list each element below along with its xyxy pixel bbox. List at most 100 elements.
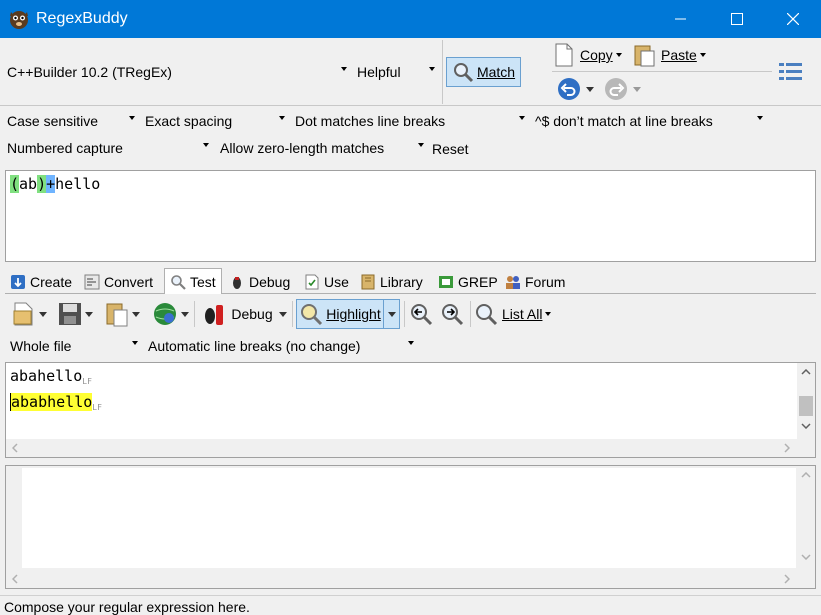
close-button[interactable] [765, 0, 821, 38]
spacing-select[interactable]: Exact spacing [140, 110, 288, 132]
minimize-button[interactable] [653, 0, 709, 38]
bug-icon [233, 277, 241, 289]
close-icon [787, 13, 799, 25]
chevron-down-icon [84, 311, 93, 317]
tab-forum[interactable]: Forum [505, 271, 565, 293]
vertical-scrollbar[interactable] [797, 466, 815, 570]
chevron-right-icon[interactable] [784, 574, 790, 584]
tab-label: Use [324, 274, 349, 290]
zero-length-label: Allow zero-length matches [220, 140, 385, 156]
scroll-thumb[interactable] [799, 396, 813, 416]
find-previous-icon [411, 304, 433, 326]
open-button[interactable] [8, 299, 50, 329]
chevron-down-icon [180, 311, 189, 317]
subject-line: abahello [10, 367, 83, 385]
copy-label: Copy [580, 47, 613, 63]
magnifier-icon [171, 274, 186, 290]
tab-label: GREP [458, 274, 498, 290]
chevron-down-icon [699, 53, 706, 57]
tab-grep[interactable]: GREP [438, 271, 498, 293]
capture-select[interactable]: Numbered capture [2, 137, 212, 159]
tab-use[interactable]: Use [304, 271, 349, 293]
list-settings-icon [779, 63, 802, 80]
maximize-icon [731, 13, 743, 25]
highlight-button[interactable]: Highlight [296, 299, 384, 329]
tab-library[interactable]: Library [360, 271, 423, 293]
chevron-down-icon[interactable] [801, 554, 811, 560]
maximize-button[interactable] [709, 0, 765, 38]
chevron-right-icon[interactable] [784, 443, 790, 453]
grep-icon [439, 276, 453, 288]
vertical-scrollbar[interactable] [797, 363, 815, 439]
regexbuddy-logo-icon [10, 11, 28, 29]
flavor-label: C++Builder 10.2 (TRegEx) [7, 64, 172, 80]
helpful-select[interactable]: Helpful [352, 61, 438, 83]
paste-subject-button[interactable] [101, 299, 143, 329]
tab-create[interactable]: Create [10, 271, 72, 293]
line-breaks-select[interactable]: Automatic line breaks (no change) [143, 335, 417, 357]
spacing-label: Exact spacing [145, 113, 233, 129]
subject-text: abahelloLF ababhelloLF [10, 366, 102, 418]
list-all-button[interactable]: List All [474, 299, 556, 329]
chevron-down-icon [418, 143, 424, 147]
toolbar-divider [470, 301, 471, 327]
results-pane[interactable] [5, 465, 816, 589]
line-end-marker: LF [92, 403, 102, 412]
chevron-up-icon[interactable] [801, 369, 811, 375]
save-button[interactable] [54, 299, 96, 329]
anchors-select[interactable]: ^$ don’t match at line breaks [530, 110, 766, 132]
zero-length-select[interactable]: Allow zero-length matches [215, 137, 427, 159]
open-file-icon [13, 302, 32, 326]
next-match-button[interactable] [438, 299, 466, 329]
chevron-down-icon[interactable] [801, 423, 811, 429]
chevron-down-icon [387, 311, 396, 317]
dot-select[interactable]: Dot matches line breaks [290, 110, 528, 132]
list-all-label: List All [502, 306, 543, 322]
tab-label: Convert [104, 274, 154, 290]
toolbar-divider [404, 301, 405, 327]
chevron-down-icon [278, 311, 287, 317]
chevron-up-icon[interactable] [801, 472, 811, 478]
match-button[interactable]: Match [446, 57, 521, 87]
debug-button[interactable]: Debug [198, 299, 290, 329]
chevron-left-icon[interactable] [12, 443, 18, 453]
bug-icon [205, 305, 224, 325]
reset-button[interactable]: Reset [432, 141, 469, 157]
previous-match-button[interactable] [407, 299, 435, 329]
redo-icon [604, 78, 627, 100]
chevron-down-icon [279, 116, 285, 120]
highlight-dropdown[interactable] [384, 299, 400, 329]
redo-button[interactable] [600, 76, 644, 102]
debug-label: Debug [231, 306, 273, 322]
horizontal-scrollbar[interactable] [6, 439, 815, 457]
capture-label: Numbered capture [7, 140, 123, 156]
undo-button[interactable] [553, 76, 597, 102]
chevron-down-icon [408, 341, 414, 345]
tab-label: Library [380, 274, 423, 290]
toolbar-divider [292, 301, 293, 327]
paste-button[interactable]: Paste [634, 42, 710, 68]
web-button[interactable] [148, 299, 192, 329]
chevron-left-icon[interactable] [12, 574, 18, 584]
regex-editor[interactable]: (ab)+hello [5, 170, 816, 262]
magnifier-icon [453, 63, 473, 83]
horizontal-scrollbar[interactable] [6, 570, 815, 588]
flavor-select[interactable]: C++Builder 10.2 (TRegEx) [2, 61, 350, 83]
scope-select[interactable]: Whole file [5, 335, 141, 357]
tab-convert[interactable]: Convert [84, 271, 153, 293]
paste-icon [634, 45, 655, 67]
tab-test[interactable]: Test [164, 268, 222, 294]
results-content [22, 468, 796, 568]
regex-group-body: ab [19, 175, 38, 193]
save-icon [58, 303, 81, 325]
regex-quantifier: + [46, 175, 56, 193]
chevron-down-icon [341, 67, 347, 71]
options-menu-button[interactable] [776, 58, 806, 86]
regex-group-open: ( [10, 175, 20, 193]
tab-debug[interactable]: Debug [229, 271, 290, 293]
test-subject-editor[interactable]: abahelloLF ababhelloLF [5, 362, 816, 458]
title-bar: RegexBuddy [0, 0, 821, 38]
chevron-down-icon [632, 86, 641, 92]
case-select[interactable]: Case sensitive [2, 110, 138, 132]
copy-button[interactable]: Copy [554, 42, 626, 68]
